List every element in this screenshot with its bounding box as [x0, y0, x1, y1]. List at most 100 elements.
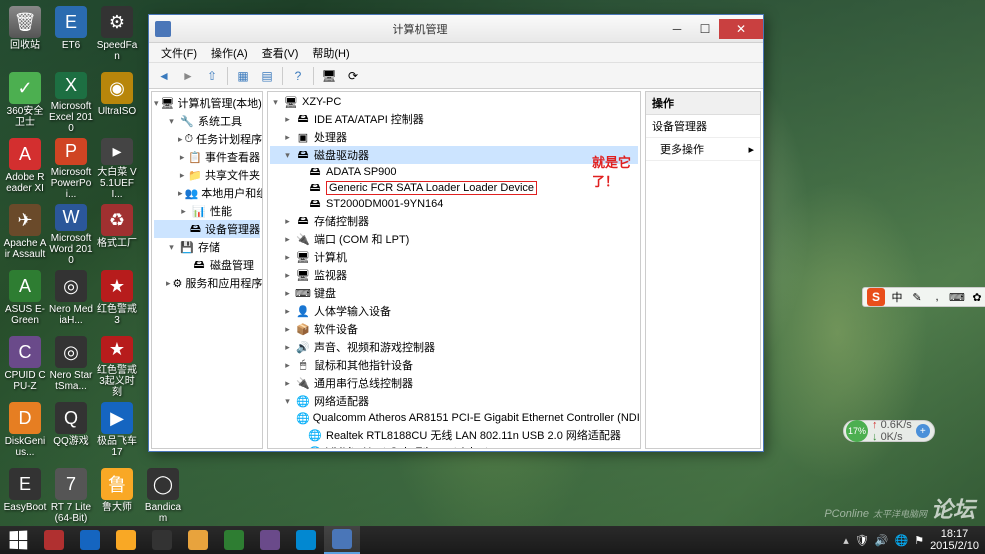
tree-node[interactable]: ▸🔌端口 (COM 和 LPT) [270, 230, 638, 248]
tree-node[interactable]: ▸🖥计算机 [270, 248, 638, 266]
desktop-icon-dabaicai[interactable]: ▸大白菜 V5.1UEFI... [94, 134, 140, 200]
system-tray[interactable]: ▴ 🛡 🔊 🌐 ⚑ 18:17 2015/2/10 [843, 526, 985, 554]
tree-node[interactable]: ▾🌐网络适配器 [270, 392, 638, 410]
tray-icon[interactable]: 🌐 [894, 534, 908, 547]
back-button[interactable]: ◄ [153, 65, 175, 87]
ime-item[interactable]: ✿ [969, 289, 985, 305]
taskbar-app-app2[interactable] [72, 526, 108, 554]
help-button[interactable]: ? [287, 65, 309, 87]
tree-node[interactable]: 🖴Generic FCR SATA Loader Loader Device [270, 180, 638, 196]
expand-icon[interactable]: ▾ [154, 98, 159, 109]
expand-icon[interactable]: ▸ [282, 378, 293, 389]
expand-icon[interactable]: ▸ [166, 278, 171, 289]
tree-node[interactable]: ▾🔧系统工具 [154, 112, 260, 130]
expand-icon[interactable]: ▸ [282, 342, 293, 353]
desktop-icon-speedfan[interactable]: ⚙SpeedFan [94, 2, 140, 68]
expand-icon[interactable]: ▸ [282, 360, 293, 371]
tree-node[interactable]: ▸📋事件查看器 [154, 148, 260, 166]
desktop-icon-ppt[interactable]: PMicrosoft PowerPoi... [48, 134, 94, 200]
menu-item[interactable]: 操作(A) [205, 43, 254, 63]
expand-icon[interactable]: ▸ [282, 306, 293, 317]
perf-widget[interactable]: 17% ↑ 0.6K/s ↓ 0K/s + [843, 420, 935, 442]
titlebar[interactable]: 计算机管理 ─ ☐ ✕ [149, 15, 763, 43]
tray-icon[interactable]: ⚑ [914, 534, 924, 547]
tree-node[interactable]: ▾🖴磁盘驱动器 [270, 146, 638, 164]
ime-item[interactable]: 中 [889, 289, 905, 305]
expand-icon[interactable]: ▸ [282, 114, 293, 125]
desktop-icon-qq[interactable]: QQQ游戏 [48, 398, 94, 464]
desktop-icon-asus[interactable]: AASUS E-Green [2, 266, 48, 332]
expand-icon[interactable]: ▸ [178, 206, 189, 217]
tree-node[interactable]: ▸🖴IDE ATA/ATAPI 控制器 [270, 110, 638, 128]
tree-node[interactable]: ▸🖱鼠标和其他指针设备 [270, 356, 638, 374]
maximize-button[interactable]: ☐ [691, 19, 719, 39]
desktop-icon-excel[interactable]: XMicrosoft Excel 2010 [48, 68, 94, 134]
expand-icon[interactable]: ▸ [282, 252, 293, 263]
up-button[interactable]: ⇧ [201, 65, 223, 87]
desktop-icon-diskgenius[interactable]: DDiskGenius... [2, 398, 48, 464]
tree-node[interactable]: ▸👤人体学输入设备 [270, 302, 638, 320]
ime-toolbar[interactable]: S 中✎,⌨✿👕🔧 [862, 287, 985, 307]
taskbar-app-app5[interactable] [216, 526, 252, 554]
ime-item[interactable]: ✎ [909, 289, 925, 305]
expand-icon[interactable]: ▸ [282, 234, 293, 245]
expand-icon[interactable]: ▾ [282, 396, 293, 407]
desktop-icon-ludashi[interactable]: 鲁鲁大师 [94, 464, 140, 530]
taskbar-app-app3[interactable] [108, 526, 144, 554]
taskbar-app-app4[interactable] [144, 526, 180, 554]
tree-node[interactable]: 🖴磁盘管理 [154, 256, 260, 274]
expand-icon[interactable]: ▸ [282, 324, 293, 335]
menu-item[interactable]: 帮助(H) [306, 43, 355, 63]
expand-icon[interactable]: ▸ [178, 188, 183, 199]
desktop-icon-rt7[interactable]: 7RT 7 Lite (64-Bit) [48, 464, 94, 530]
tree-node[interactable]: ▾💾存储 [154, 238, 260, 256]
tree-node[interactable]: ▸📦软件设备 [270, 320, 638, 338]
tree-node[interactable]: 🌐Realtek RTL8188CU 无线 LAN 802.11n USB 2.… [270, 426, 638, 444]
actions-context[interactable]: 设备管理器 [646, 115, 760, 138]
tray-expand-icon[interactable]: ▴ [843, 534, 849, 547]
ime-item[interactable]: , [929, 289, 945, 305]
tree-node[interactable]: ▸⏱任务计划程序 [154, 130, 260, 148]
close-button[interactable]: ✕ [719, 19, 763, 39]
tree-node[interactable]: 🖴设备管理器 [154, 220, 260, 238]
expand-icon[interactable]: + [916, 424, 930, 438]
desktop-icon-red1[interactable]: ★红色警戒3 [94, 266, 140, 332]
tree-node[interactable]: ▸🔌通用串行总线控制器 [270, 374, 638, 392]
tree-node[interactable]: 🖴ADATA SP900 [270, 164, 638, 180]
ime-item[interactable]: ⌨ [949, 289, 965, 305]
tree-node[interactable]: ▸🖥监视器 [270, 266, 638, 284]
expand-icon[interactable]: ▾ [270, 97, 281, 108]
desktop-icon-et6[interactable]: EET6 [48, 2, 94, 68]
expand-icon[interactable]: ▸ [282, 270, 293, 281]
expand-icon[interactable]: ▾ [166, 116, 177, 127]
taskbar-app-app7[interactable] [288, 526, 324, 554]
tree-node[interactable]: ▸📊性能 [154, 202, 260, 220]
expand-icon[interactable]: ▾ [282, 150, 293, 161]
expand-icon[interactable]: ▸ [178, 134, 183, 145]
minimize-button[interactable]: ─ [663, 19, 691, 39]
tree-node[interactable]: ▾🖥XZY-PC [270, 94, 638, 110]
properties-button[interactable]: ▤ [256, 65, 278, 87]
desktop-icon-bandicam[interactable]: ◯Bandicam [140, 464, 186, 530]
desktop-icon-apache[interactable]: ✈Apache Air Assault [2, 200, 48, 266]
tree-node[interactable]: ▸🔊声音、视频和游戏控制器 [270, 338, 638, 356]
tray-icon[interactable]: 🔊 [875, 534, 889, 547]
desktop-icon-360[interactable]: ✓360安全卫士 [2, 68, 48, 134]
desktop-icon-fly[interactable]: ▶极品飞车17 [94, 398, 140, 464]
tree-node[interactable]: ▸👥本地用户和组 [154, 184, 260, 202]
taskbar-app-app1[interactable] [36, 526, 72, 554]
tree-node[interactable]: 🌐Qualcomm Atheros AR8151 PCI-E Gigabit E… [270, 410, 638, 426]
desktop-icon-cpuz[interactable]: CCPUID CPU-Z [2, 332, 48, 398]
menu-item[interactable]: 查看(V) [256, 43, 305, 63]
desktop-icon-red2[interactable]: ★红色警戒3起义时刻 [94, 332, 140, 398]
tree-node[interactable]: ▸📁共享文件夹 [154, 166, 260, 184]
desktop-icon-word[interactable]: WMicrosoft Word 2010 [48, 200, 94, 266]
desktop-icon-nero2[interactable]: ◎Nero StartSma... [48, 332, 94, 398]
taskbar-app-folder[interactable] [180, 526, 216, 554]
tree-node[interactable]: 🖴ST2000DM001-9YN164 [270, 196, 638, 212]
clock[interactable]: 18:17 2015/2/10 [930, 528, 979, 552]
forward-button[interactable]: ► [177, 65, 199, 87]
expand-icon[interactable]: ▸ [282, 216, 293, 227]
desktop-icon-ultraiso[interactable]: ◉UltraISO [94, 68, 140, 134]
taskbar-app-app6[interactable] [252, 526, 288, 554]
